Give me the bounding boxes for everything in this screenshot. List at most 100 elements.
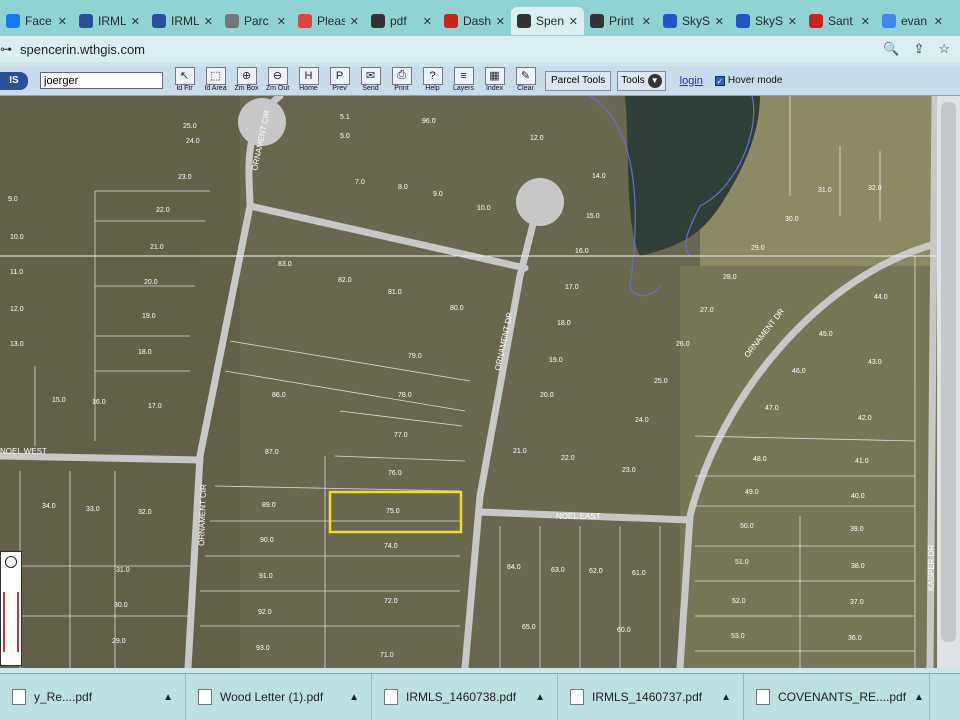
- lot-number-label: 90.0: [260, 537, 274, 544]
- tool-icon: ⊖: [267, 66, 288, 85]
- lot-number-label: 30.0: [114, 602, 128, 609]
- browser-tab[interactable]: Pleas ✕: [292, 7, 365, 35]
- tool-button-clear[interactable]: ✎ Clear: [510, 66, 541, 95]
- checkbox-checked-icon[interactable]: ✓: [714, 75, 725, 86]
- close-tab-icon[interactable]: ✕: [934, 15, 943, 28]
- tool-button-id-area[interactable]: ⬚ Id Area: [200, 66, 231, 95]
- lot-number-label: 78.0: [398, 392, 412, 399]
- close-tab-icon[interactable]: ✕: [58, 15, 67, 28]
- chevron-up-icon[interactable]: ▲: [914, 692, 924, 703]
- lot-number-label: 76.0: [388, 470, 402, 477]
- parcel-map[interactable]: ORNAMENT CIR ORNAMENT CIR ORNAMENT DR OR…: [0, 96, 937, 668]
- address-bar[interactable]: ⊶ spencerin.wthgis.com 🔍 ⇪ ☆: [0, 36, 960, 62]
- browser-tab[interactable]: IRML ✕: [73, 7, 146, 35]
- tool-icon: ?: [422, 66, 443, 85]
- tab-favicon-icon: [298, 14, 312, 28]
- map-canvas[interactable]: ORNAMENT CIR ORNAMENT CIR ORNAMENT DR OR…: [0, 96, 937, 668]
- close-tab-icon[interactable]: ✕: [569, 15, 578, 28]
- close-tab-icon[interactable]: ✕: [715, 15, 724, 28]
- zoom-icon[interactable]: 🔍: [883, 41, 899, 57]
- scrollbar-thumb[interactable]: [941, 102, 956, 642]
- lot-number-label: 17.0: [148, 403, 162, 410]
- download-item[interactable]: y_Re....pdf ▲: [0, 674, 186, 720]
- tab-favicon-icon: [590, 14, 604, 28]
- download-item[interactable]: IRMLS_1460738.pdf ▲: [372, 674, 558, 720]
- browser-tab[interactable]: Parc ✕: [219, 7, 292, 35]
- close-tab-icon[interactable]: ✕: [642, 15, 651, 28]
- browser-tab[interactable]: Print ✕: [584, 7, 657, 35]
- browser-tab[interactable]: SkyS ✕: [730, 7, 803, 35]
- tab-label: evan: [901, 14, 928, 28]
- close-tab-icon[interactable]: ✕: [423, 15, 432, 28]
- download-filename: Wood Letter (1).pdf: [220, 690, 324, 704]
- hover-mode-toggle[interactable]: ✓ Hover mode: [714, 75, 783, 86]
- close-tab-icon[interactable]: ✕: [350, 15, 359, 28]
- overview-map[interactable]: [0, 551, 22, 666]
- close-tab-icon[interactable]: ✕: [131, 15, 140, 28]
- browser-tab[interactable]: pdf ✕: [365, 7, 438, 35]
- chevron-down-icon: ▼: [647, 73, 662, 88]
- tool-label: Print: [394, 84, 409, 92]
- lot-number-label: 16.0: [575, 248, 589, 255]
- lot-number-label: 5.0: [340, 133, 350, 140]
- close-tab-icon[interactable]: ✕: [861, 15, 870, 28]
- lot-number-label: 20.0: [144, 279, 158, 286]
- bookmark-icon[interactable]: ☆: [938, 41, 950, 57]
- browser-tab[interactable]: Dash ✕: [438, 7, 511, 35]
- vertical-scrollbar[interactable]: [937, 96, 960, 668]
- browser-tab[interactable]: SkyS ✕: [657, 7, 730, 35]
- browser-tab[interactable]: IRML ✕: [146, 7, 219, 35]
- tab-label: Print: [609, 14, 634, 28]
- browser-tab[interactable]: evan ✕: [876, 7, 949, 35]
- close-tab-icon[interactable]: ✕: [496, 15, 505, 28]
- tool-button-prev[interactable]: P Prev: [324, 66, 355, 95]
- lot-number-label: 16.0: [92, 399, 106, 406]
- lot-number-label: 53.0: [731, 633, 745, 640]
- tool-button-zm-out[interactable]: ⊖ Zm Out: [262, 66, 293, 95]
- tools-menu-button[interactable]: Tools ▼: [617, 70, 666, 91]
- tool-button-index[interactable]: ▦ Index: [479, 66, 510, 95]
- tool-button-id-ftr[interactable]: ↖ Id Ftr: [169, 66, 200, 95]
- share-icon[interactable]: ⇪: [913, 41, 924, 57]
- download-item[interactable]: IRMLS_1460737.pdf ▲: [558, 674, 744, 720]
- parcel-tools-button[interactable]: Parcel Tools: [545, 70, 612, 91]
- tab-favicon-icon: [882, 14, 896, 28]
- login-link[interactable]: login: [680, 75, 703, 87]
- tool-buttons: ↖ Id Ftr ⬚ Id Area ⊕ Zm Box ⊖ Zm Out H Home P Prev ✉…: [169, 66, 541, 95]
- browser-tab[interactable]: Sant ✕: [803, 7, 876, 35]
- lot-number-label: 23.0: [622, 467, 636, 474]
- download-filename: COVENANTS_RE....pdf: [778, 690, 907, 704]
- lot-number-label: 77.0: [394, 432, 408, 439]
- browser-tab[interactable]: Face ✕: [0, 7, 73, 35]
- close-tab-icon[interactable]: ✕: [277, 15, 286, 28]
- lot-number-label: 42.0: [858, 415, 872, 422]
- site-info-icon[interactable]: ⊶: [0, 42, 14, 56]
- tool-button-send[interactable]: ✉ Send: [355, 66, 386, 95]
- lot-number-label: 18.0: [138, 349, 152, 356]
- tab-label: Parc: [244, 14, 269, 28]
- lot-number-label: 31.0: [818, 187, 832, 194]
- browser-tab[interactable]: Spen ✕: [511, 7, 584, 35]
- tool-button-zm-box[interactable]: ⊕ Zm Box: [231, 66, 262, 95]
- chevron-up-icon[interactable]: ▲: [163, 692, 173, 703]
- search-input[interactable]: [40, 72, 163, 89]
- lot-number-label: 82.0: [338, 277, 352, 284]
- download-item[interactable]: COVENANTS_RE....pdf ▲: [744, 674, 930, 720]
- close-tab-icon[interactable]: ✕: [204, 15, 213, 28]
- close-tab-icon[interactable]: ✕: [788, 15, 797, 28]
- tool-label: Zm Box: [234, 84, 259, 92]
- chevron-up-icon[interactable]: ▲: [535, 692, 545, 703]
- tool-button-print[interactable]: ⎙ Print: [386, 66, 417, 95]
- address-url[interactable]: spencerin.wthgis.com: [20, 42, 145, 57]
- tool-button-home[interactable]: H Home: [293, 66, 324, 95]
- chevron-up-icon[interactable]: ▲: [349, 692, 359, 703]
- hover-mode-label: Hover mode: [727, 75, 783, 86]
- tool-button-help[interactable]: ? Help: [417, 66, 448, 95]
- lot-number-label: 87.0: [265, 449, 279, 456]
- tool-icon: ⬚: [205, 66, 226, 85]
- chevron-up-icon[interactable]: ▲: [721, 692, 731, 703]
- download-item[interactable]: Wood Letter (1).pdf ▲: [186, 674, 372, 720]
- aerial-patch: [0, 96, 240, 668]
- tool-button-layers[interactable]: ≡ Layers: [448, 66, 479, 95]
- tool-icon: H: [298, 66, 319, 85]
